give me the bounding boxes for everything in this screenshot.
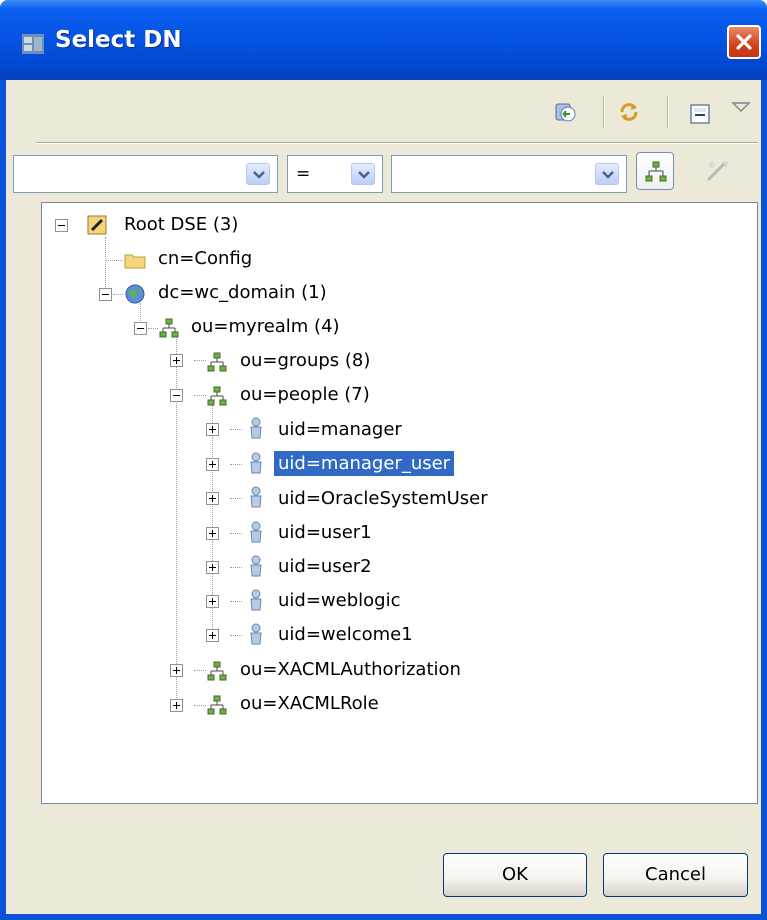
value-combo[interactable] [391,155,627,193]
tree-line [113,294,123,296]
collapse-toggle[interactable] [134,322,147,335]
select-dn-dialog: Select DN = Root DSE (3) cn=Config dc=wc… [0,0,767,920]
org-unit-icon [207,386,227,406]
toolbar-separator [667,96,669,128]
tree-node-user[interactable]: uid=user1 [274,520,376,545]
tree-node-domain[interactable]: dc=wc_domain (1) [154,280,331,305]
expand-toggle[interactable] [206,561,219,574]
user-icon [250,417,262,439]
tree-line [194,705,206,707]
toolbar-separator [603,96,605,128]
tree-node-user[interactable]: uid=manager [274,417,406,442]
org-unit-icon [207,352,227,372]
tree-node-user[interactable]: uid=OracleSystemUser [274,486,492,511]
tree-line [148,328,158,330]
dn-tree[interactable]: Root DSE (3) cn=Config dc=wc_domain (1) … [41,202,758,804]
collapse-toggle[interactable] [170,389,183,402]
tree-node-people[interactable]: ou=people (7) [236,382,374,407]
expand-toggle[interactable] [170,699,183,712]
tree-line [230,429,242,431]
tree-line [230,464,242,466]
tree-node-config[interactable]: cn=Config [154,246,256,271]
tree-node-user-selected[interactable]: uid=manager_user [274,451,455,476]
expand-toggle[interactable] [206,423,219,436]
magic-wand-icon [706,162,728,182]
collapse-toggle[interactable] [55,219,68,232]
org-unit-icon [207,695,227,715]
view-menu-icon[interactable] [729,96,753,120]
chevron-down-icon [602,171,614,179]
expand-toggle[interactable] [170,354,183,367]
app-icon [22,34,44,54]
tree-node-myrealm[interactable]: ou=myrealm (4) [187,314,344,339]
folder-icon [124,254,146,269]
tree-line [230,498,242,500]
operator-value: = [296,164,311,184]
user-icon [250,623,262,645]
ok-button[interactable]: OK [443,853,587,897]
tree-node-xacml-authorization[interactable]: ou=XACMLAuthorization [236,657,465,682]
tree-line [194,360,206,362]
user-icon [250,589,262,611]
root-dse-icon [87,215,107,235]
collapse-toggle[interactable] [99,288,112,301]
expand-toggle[interactable] [206,458,219,471]
user-icon [250,486,262,508]
expand-toggle[interactable] [206,527,219,540]
expand-toggle[interactable] [206,629,219,642]
tree-line [105,260,123,262]
hierarchy-icon [645,161,667,182]
attribute-combo[interactable] [13,155,278,193]
globe-icon [125,284,145,304]
close-button[interactable] [727,25,761,59]
tree-line [194,395,206,397]
tree-node-xacml-role[interactable]: ou=XACMLRole [236,691,383,716]
attribute-combo-arrow[interactable] [246,163,270,185]
title-bar[interactable]: Select DN [0,0,767,80]
org-unit-icon [159,318,179,338]
hierarchy-filter-button[interactable] [636,152,674,190]
collapse-all-icon[interactable] [688,102,712,126]
tree-node-root-dse[interactable]: Root DSE (3) [120,212,242,237]
tree-node-user[interactable]: uid=weblogic [274,588,404,613]
org-unit-icon [207,661,227,681]
close-icon [736,34,752,50]
expand-toggle[interactable] [206,595,219,608]
chevron-down-icon [253,171,265,179]
cancel-button[interactable]: Cancel [603,853,748,897]
tree-line [230,601,242,603]
operator-combo[interactable]: = [287,155,383,193]
user-icon [250,452,262,474]
operator-combo-arrow[interactable] [351,163,375,185]
tree-line [230,567,242,569]
user-icon [250,521,262,543]
toolbar-divider [36,142,758,144]
dialog-title: Select DN [55,27,182,53]
expand-toggle[interactable] [206,492,219,505]
expand-toggle[interactable] [170,664,183,677]
tree-line [230,533,242,535]
tree-node-user[interactable]: uid=welcome1 [274,622,417,647]
refresh-icon[interactable] [617,100,641,124]
tree-line [194,670,206,672]
tree-node-groups[interactable]: ou=groups (8) [236,348,374,373]
chevron-down-icon [358,171,370,179]
tree-line [230,635,242,637]
tree-node-user[interactable]: uid=user2 [274,554,376,579]
apply-filter-button[interactable] [697,152,735,190]
user-icon [250,555,262,577]
back-navigate-icon[interactable] [554,100,578,124]
value-combo-arrow[interactable] [595,163,619,185]
